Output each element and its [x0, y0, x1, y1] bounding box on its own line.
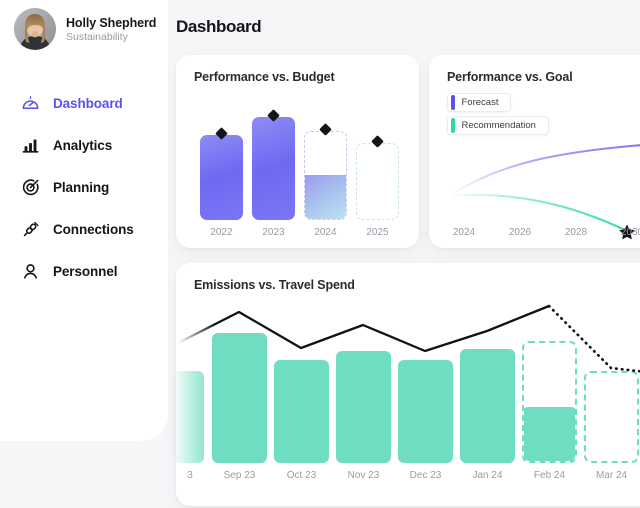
person-icon	[20, 261, 40, 281]
bar-2024[interactable]	[304, 131, 347, 220]
user-photo-avatar-icon	[14, 8, 56, 50]
goal-line-chart	[429, 55, 640, 248]
x-tick: 2028	[548, 227, 604, 238]
sidebar-nav: Dashboard Analytics	[0, 82, 168, 292]
card-performance-vs-budget: Performance vs. Budget 2022 2023 2024 20…	[176, 55, 419, 248]
sidebar-item-label: Connections	[53, 222, 134, 237]
gauge-icon	[20, 93, 40, 113]
x-tick: 3	[170, 470, 210, 481]
x-tick: Nov 23	[336, 470, 391, 481]
chart-legend: Forecast Recommendation	[447, 93, 549, 139]
legend-label: Forecast	[462, 94, 499, 111]
x-tick: 2023	[252, 227, 295, 238]
sidebar-item-personnel[interactable]: Personnel	[0, 250, 168, 292]
user-role: Sustainability	[66, 31, 156, 43]
x-tick: Sep 23	[212, 470, 267, 481]
sidebar-item-label: Planning	[53, 180, 109, 195]
x-tick: 2026	[492, 227, 548, 238]
target-icon	[20, 177, 40, 197]
legend-swatch-forecast	[451, 95, 455, 110]
sidebar-item-label: Personnel	[53, 264, 117, 279]
legend-label: Recommendation	[462, 117, 536, 134]
forecast-dotted-line	[549, 306, 640, 375]
bar-2023[interactable]	[252, 117, 295, 220]
sidebar-item-planning[interactable]: Planning	[0, 166, 168, 208]
x-tick: Jan 24	[460, 470, 515, 481]
avatar	[14, 8, 56, 50]
user-name: Holly Shepherd	[66, 16, 156, 30]
x-tick: 2025	[356, 227, 399, 238]
sidebar-item-dashboard[interactable]: Dashboard	[0, 82, 168, 124]
card-title: Performance vs. Budget	[194, 70, 335, 84]
x-tick: 2022	[200, 227, 243, 238]
bar-chart-icon	[20, 135, 40, 155]
sidebar-item-connections[interactable]: Connections	[0, 208, 168, 250]
x-tick: 2030	[604, 227, 640, 238]
bar-2024-fill	[305, 175, 346, 219]
user-profile[interactable]: Holly Shepherd Sustainability	[14, 8, 156, 50]
card-performance-vs-goal: Performance vs. Goal F	[429, 55, 640, 248]
sidebar-item-analytics[interactable]: Analytics	[0, 124, 168, 166]
bar-2025[interactable]	[356, 143, 399, 220]
x-tick: Mar 24	[584, 470, 639, 481]
x-tick: Feb 24	[522, 470, 577, 481]
card-emissions-vs-travel-spend: Emissions vs. Travel Spend 3 Sep 23	[176, 263, 640, 506]
x-tick: 2024	[304, 227, 347, 238]
x-tick: 2024	[436, 227, 492, 238]
x-tick: Oct 23	[274, 470, 329, 481]
legend-item-recommendation[interactable]: Recommendation	[447, 116, 549, 135]
page-title: Dashboard	[176, 17, 261, 37]
sidebar-item-label: Analytics	[53, 138, 112, 153]
legend-item-forecast[interactable]: Forecast	[447, 93, 511, 112]
dashboard-app: Holly Shepherd Sustainability Dashboard	[0, 0, 640, 508]
plug-icon	[20, 219, 40, 239]
legend-swatch-recommendation	[451, 118, 455, 133]
sidebar-item-label: Dashboard	[53, 96, 123, 111]
user-text: Holly Shepherd Sustainability	[66, 16, 156, 43]
bar-2022[interactable]	[200, 135, 243, 220]
x-tick: Dec 23	[398, 470, 453, 481]
sidebar: Holly Shepherd Sustainability Dashboard	[0, 0, 168, 441]
